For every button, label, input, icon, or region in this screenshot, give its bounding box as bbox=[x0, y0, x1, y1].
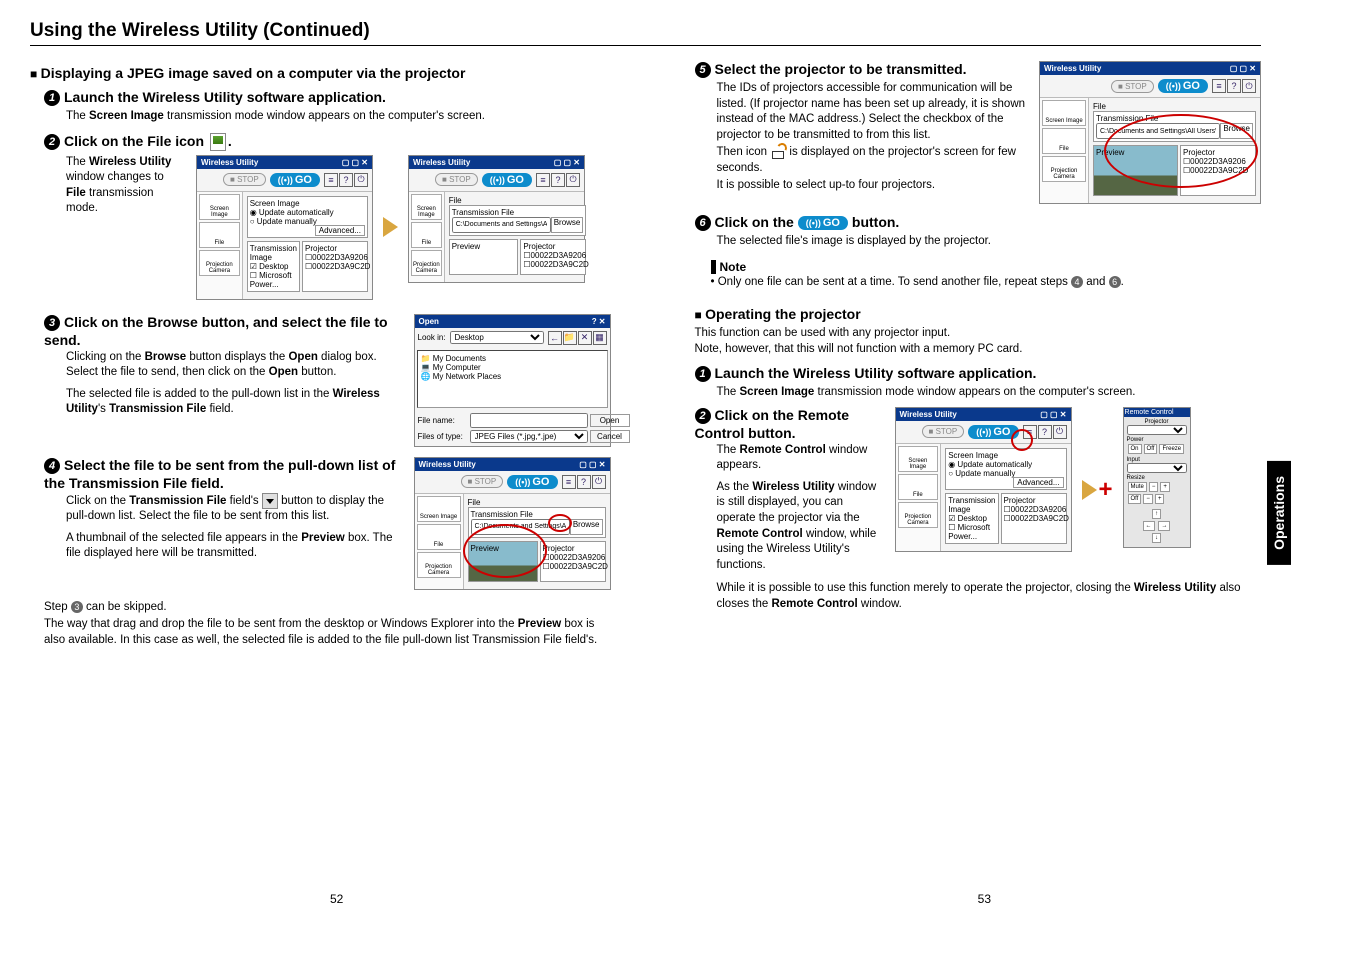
page-title: Using the Wireless Utility (Continued) bbox=[30, 20, 1261, 46]
section-operating-projector: Operating the projector bbox=[695, 306, 1262, 322]
wireless-utility-file-window-annotated: Wireless Utility▢ ▢ ✕ ■ STOP GO ≡?⏻ Scre… bbox=[414, 457, 611, 590]
stop-button[interactable]: ■ STOP bbox=[223, 173, 266, 186]
open-dialog: Open? ✕ Look in: Desktop ←📁✕▦ 📁 My Docum… bbox=[414, 314, 611, 447]
sidebar-file[interactable]: File bbox=[199, 222, 240, 248]
help-icon[interactable]: ? bbox=[339, 173, 353, 187]
wireless-utility-screen-image-window: Wireless Utility▢ ▢ ✕ ■ STOP GO ≡?⏻ Scre… bbox=[196, 155, 373, 300]
step-5: 5Select the projector to be transmitted.… bbox=[695, 61, 1262, 204]
step-3: 3Click on the Browse button, and select … bbox=[44, 314, 611, 447]
remote-vol-down[interactable]: − bbox=[1149, 482, 1159, 492]
side-tab-operations: Operations bbox=[1267, 461, 1291, 565]
remote-on[interactable]: On bbox=[1128, 444, 1142, 454]
step2-body: The Wireless Utility window changes to F… bbox=[66, 155, 186, 217]
step-4: 4Select the file to be sent from the pul… bbox=[44, 457, 611, 590]
remote-left[interactable]: ← bbox=[1143, 521, 1155, 531]
r-step-2: 2Click on the Remote Control button. The… bbox=[695, 407, 1262, 612]
plus-icon: + bbox=[1099, 476, 1113, 504]
page-number-right: 53 bbox=[978, 892, 991, 906]
sidebar-screen-image[interactable]: Screen Image bbox=[199, 194, 240, 220]
transmission-file-input[interactable] bbox=[452, 217, 551, 233]
remote-freeze[interactable]: Freeze bbox=[1159, 444, 1184, 454]
remote-control-window: Remote Control Projector Power OnOffFree… bbox=[1123, 407, 1191, 548]
step-badge-6: 6 bbox=[695, 215, 711, 231]
remote-projector-select[interactable] bbox=[1127, 425, 1187, 435]
arrow-icon bbox=[383, 217, 398, 237]
lookin-select[interactable]: Desktop bbox=[450, 331, 544, 344]
wireless-utility-file-window: Wireless Utility▢ ▢ ✕ ■ STOP GO ≡?⏻ Scre… bbox=[408, 155, 585, 283]
step-badge-1: 1 bbox=[44, 90, 60, 106]
note-bar-icon bbox=[711, 260, 716, 274]
left-column: Displaying a JPEG image saved on a compu… bbox=[30, 61, 611, 648]
right-column: 5Select the projector to be transmitted.… bbox=[681, 61, 1262, 648]
go-button[interactable]: GO bbox=[270, 173, 320, 187]
remote-right[interactable]: → bbox=[1158, 521, 1170, 531]
open-button[interactable]: Open bbox=[590, 414, 630, 427]
tiny-step-3: 3 bbox=[71, 601, 83, 613]
arrow-icon bbox=[1082, 480, 1097, 500]
browse-button[interactable]: Browse bbox=[551, 217, 584, 233]
list-icon[interactable]: ≡ bbox=[324, 173, 338, 187]
step-badge-5: 5 bbox=[695, 62, 711, 78]
step-badge-4: 4 bbox=[44, 458, 60, 474]
remote-off[interactable]: Off bbox=[1144, 444, 1158, 454]
wireless-utility-window-2: Wireless Utility▢ ▢ ✕ ■ STOP GO ≡?⏻ Scre… bbox=[895, 407, 1072, 552]
cancel-button[interactable]: Cancel bbox=[590, 430, 630, 443]
r-step-1: 1Launch the Wireless Utility software ap… bbox=[695, 365, 1262, 401]
remote-off2[interactable]: Off bbox=[1128, 494, 1142, 504]
section-display-jpeg: Displaying a JPEG image saved on a compu… bbox=[30, 65, 611, 81]
go-button-inline: GO bbox=[798, 216, 848, 230]
step-6: 6Click on the GO button. The selected fi… bbox=[695, 214, 1262, 250]
remote-down[interactable]: ↓ bbox=[1152, 533, 1161, 543]
power-icon[interactable]: ⏻ bbox=[354, 173, 368, 187]
dropdown-icon bbox=[262, 493, 278, 509]
file-icon bbox=[210, 133, 226, 151]
tiny-step-4: 4 bbox=[1071, 276, 1083, 288]
step1-body: The Screen Image transmission mode windo… bbox=[66, 109, 611, 125]
remote-mute[interactable]: Mute bbox=[1128, 482, 1147, 492]
tiny-step-6: 6 bbox=[1109, 276, 1121, 288]
advanced-button[interactable]: Advanced... bbox=[315, 225, 365, 236]
step-1: 1Launch the Wireless Utility software ap… bbox=[44, 89, 611, 125]
note-block: Note • Only one file can be sent at a ti… bbox=[711, 260, 1262, 289]
remote-input-select[interactable] bbox=[1127, 463, 1187, 473]
wireless-utility-projector-select: Wireless Utility▢ ▢ ✕ ■ STOP GO ≡?⏻ Scre… bbox=[1039, 61, 1261, 204]
filename-input[interactable] bbox=[470, 413, 588, 428]
sidebar-projection-camera[interactable]: Projection Camera bbox=[199, 250, 240, 276]
step-badge-3: 3 bbox=[44, 315, 60, 331]
remote-up[interactable]: ↑ bbox=[1152, 509, 1161, 519]
step-badge-2: 2 bbox=[44, 134, 60, 150]
step-2: 2Click on the File icon . The Wireless U… bbox=[44, 133, 611, 300]
remote-vol-up[interactable]: + bbox=[1160, 482, 1170, 492]
page-number-left: 52 bbox=[330, 892, 343, 906]
filetype-select[interactable]: JPEG Files (*.jpg,*.jpe) bbox=[470, 430, 588, 443]
signal-icon bbox=[770, 145, 786, 159]
